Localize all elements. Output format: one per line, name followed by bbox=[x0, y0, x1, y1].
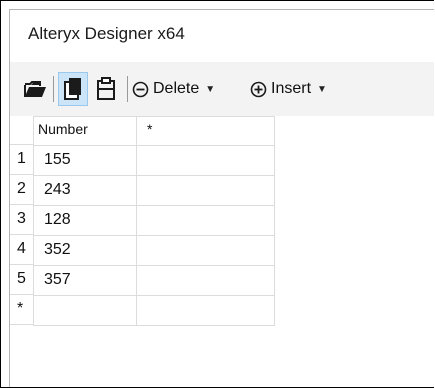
empty-cell[interactable] bbox=[136, 145, 275, 176]
insert-label: Insert bbox=[271, 80, 312, 97]
chevron-down-icon: ▼ bbox=[317, 83, 327, 95]
number-cell[interactable]: 243 bbox=[33, 175, 137, 206]
paste-button[interactable] bbox=[92, 74, 120, 104]
column-header-new[interactable]: * bbox=[136, 116, 275, 146]
data-grid: 1 2 3 4 5 * Number * 155 243 128 352 357 bbox=[9, 116, 434, 387]
grid-table: Number * 155 243 128 352 357 bbox=[33, 116, 275, 326]
number-cell[interactable]: 357 bbox=[33, 265, 137, 296]
table-row: 352 bbox=[33, 235, 275, 266]
open-button[interactable] bbox=[20, 74, 50, 104]
plus-circle-icon bbox=[250, 81, 267, 97]
corner-header bbox=[10, 116, 34, 145]
number-cell[interactable]: 128 bbox=[33, 205, 137, 236]
copy-icon bbox=[64, 78, 81, 100]
column-header-number[interactable]: Number bbox=[33, 116, 137, 146]
new-row-header[interactable]: * bbox=[10, 295, 34, 325]
table-row: 243 bbox=[33, 175, 275, 206]
row-header[interactable]: 3 bbox=[10, 205, 34, 235]
delete-label: Delete bbox=[153, 80, 200, 97]
empty-cell[interactable] bbox=[136, 265, 275, 296]
copy-button[interactable] bbox=[58, 72, 88, 106]
toolbar-separator bbox=[53, 76, 54, 102]
new-row-cell[interactable] bbox=[136, 295, 275, 326]
number-cell[interactable]: 352 bbox=[33, 235, 137, 266]
table-row: 155 bbox=[33, 145, 275, 176]
title-bar: Alteryx Designer x64 bbox=[9, 9, 434, 62]
window-title: Alteryx Designer x64 bbox=[28, 24, 185, 43]
toolbar: Delete ▼ Insert ▼ bbox=[9, 62, 434, 116]
row-header[interactable]: 4 bbox=[10, 235, 34, 265]
empty-cell[interactable] bbox=[136, 175, 275, 206]
empty-cell[interactable] bbox=[136, 235, 275, 266]
clipboard-icon bbox=[97, 77, 115, 100]
empty-cell[interactable] bbox=[136, 205, 275, 236]
row-header[interactable]: 1 bbox=[10, 145, 34, 175]
number-cell[interactable]: 155 bbox=[33, 145, 137, 176]
toolbar-separator bbox=[127, 76, 128, 102]
new-row-cell[interactable] bbox=[33, 295, 137, 326]
delete-dropdown[interactable]: Delete ▼ bbox=[132, 74, 250, 104]
row-header[interactable]: 2 bbox=[10, 175, 34, 205]
new-row bbox=[33, 295, 275, 326]
minus-circle-icon bbox=[132, 81, 149, 97]
app-window: Alteryx Designer x64 Delete ▼ Insert ▼ 1… bbox=[0, 0, 434, 388]
table-row: 128 bbox=[33, 205, 275, 236]
insert-dropdown[interactable]: Insert ▼ bbox=[250, 74, 368, 104]
row-header[interactable]: 5 bbox=[10, 265, 34, 295]
table-row: 357 bbox=[33, 265, 275, 296]
chevron-down-icon: ▼ bbox=[205, 83, 216, 95]
folder-open-icon bbox=[24, 81, 46, 97]
